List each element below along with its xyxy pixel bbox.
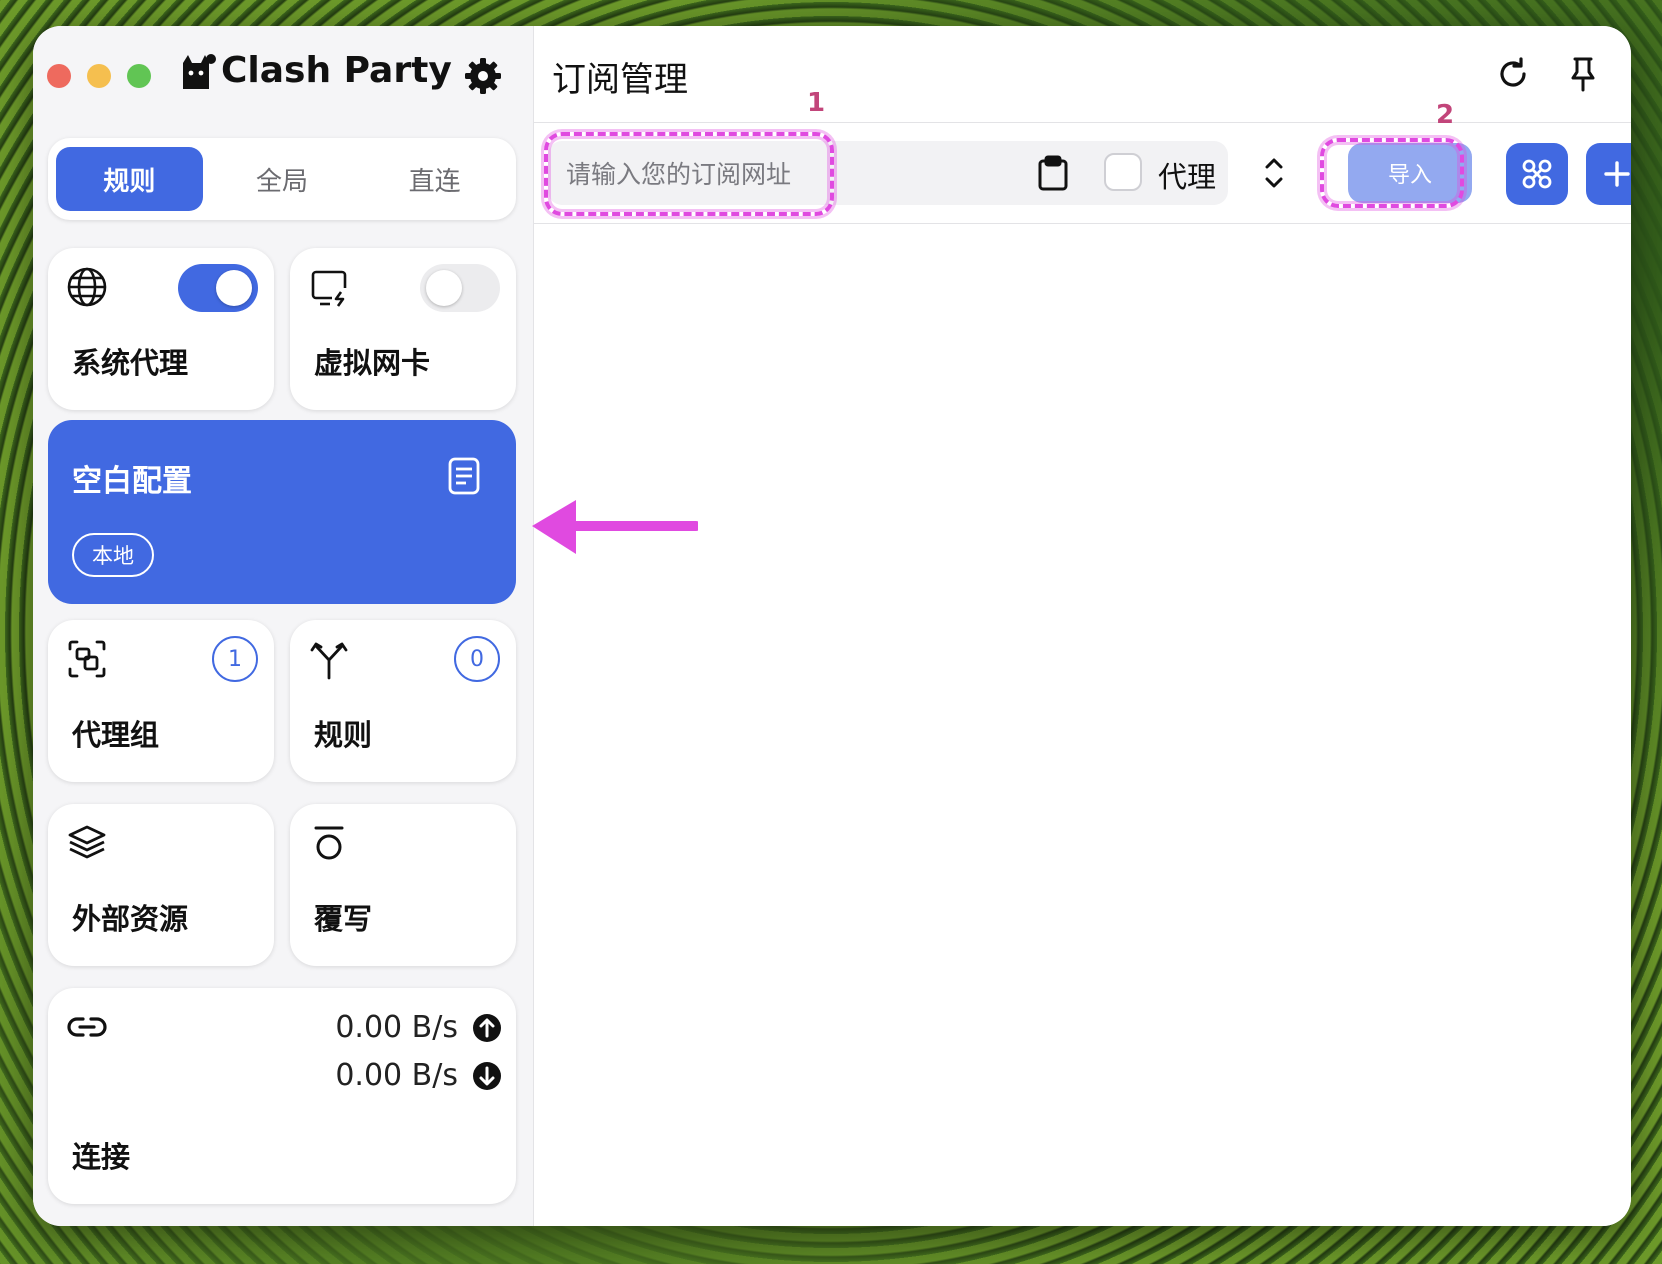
sort-chevrons-icon[interactable] — [1256, 151, 1292, 195]
document-icon[interactable] — [444, 456, 484, 496]
group-icon — [68, 640, 106, 678]
tab-rule-mode[interactable]: 规则 — [56, 147, 203, 211]
upload-arrow-icon — [473, 1013, 501, 1042]
override-icon — [314, 826, 344, 860]
virtual-nic-label: 虚拟网卡 — [314, 346, 431, 380]
rules-count-badge: 0 — [454, 636, 500, 682]
zoom-window-button[interactable] — [127, 64, 151, 88]
substore-button[interactable] — [1506, 143, 1568, 205]
monitor-bolt-icon — [311, 270, 347, 307]
external-resources-label: 外部资源 — [72, 902, 189, 936]
proxy-mode-tabs: 规则 全局 直连 — [48, 138, 516, 220]
settings-gear-icon[interactable] — [463, 56, 503, 96]
pin-icon[interactable] — [1563, 54, 1603, 94]
close-window-button[interactable] — [47, 64, 71, 88]
page-title: 订阅管理 — [552, 60, 688, 100]
fork-icon — [310, 642, 348, 680]
layers-icon — [68, 825, 106, 859]
substore-icon — [1522, 159, 1552, 189]
annotation-import-highlight — [1320, 138, 1464, 208]
tab-global-mode[interactable]: 全局 — [209, 147, 356, 211]
proxy-groups-label: 代理组 — [72, 718, 160, 752]
add-profile-button[interactable] — [1586, 143, 1631, 205]
proxy-groups-card[interactable]: 1 代理组 — [48, 620, 274, 782]
proxy-checkbox-label: 代理 — [1158, 160, 1217, 194]
annotation-marker-2: 2 — [1436, 100, 1455, 130]
download-arrow-icon — [473, 1061, 501, 1090]
virtual-nic-toggle[interactable] — [420, 264, 500, 312]
override-card[interactable]: 覆写 — [290, 804, 516, 966]
download-speed-value: 0.00 B/s — [335, 1058, 458, 1093]
tab-direct-mode[interactable]: 直连 — [361, 147, 508, 211]
annotation-marker-1: 1 — [807, 88, 826, 118]
refresh-icon[interactable] — [1493, 54, 1533, 94]
app-title: Clash Party — [177, 50, 452, 91]
download-speed-row: 0.00 B/s — [335, 1058, 502, 1093]
connections-label: 连接 — [72, 1140, 131, 1174]
sidebar: Clash Party 规则 全局 直连 系统代理 虚拟网卡 空白配置 本地 1… — [33, 26, 533, 1226]
active-profile-card[interactable]: 空白配置 本地 — [48, 420, 516, 604]
override-label: 覆写 — [314, 902, 373, 936]
virtual-nic-card[interactable]: 虚拟网卡 — [290, 248, 516, 410]
paste-clipboard-icon[interactable] — [1034, 154, 1072, 192]
profile-name: 空白配置 — [72, 464, 192, 499]
cat-logo-icon — [183, 53, 216, 89]
rules-label: 规则 — [314, 718, 373, 752]
profile-list-area — [534, 224, 1631, 1226]
annotation-arrow-icon — [532, 500, 698, 554]
minimize-window-button[interactable] — [87, 64, 111, 88]
external-resources-card[interactable]: 外部资源 — [48, 804, 274, 966]
proxy-checkbox[interactable] — [1104, 153, 1142, 191]
system-proxy-label: 系统代理 — [72, 346, 189, 380]
link-icon — [67, 1017, 107, 1037]
system-proxy-toggle[interactable] — [178, 264, 258, 312]
system-proxy-card[interactable]: 系统代理 — [48, 248, 274, 410]
annotation-url-highlight — [544, 132, 834, 216]
connections-card[interactable]: 0.00 B/s 0.00 B/s 连接 — [48, 988, 516, 1204]
proxy-groups-count-badge: 1 — [212, 636, 258, 682]
app-title-text: Clash Party — [221, 50, 452, 91]
window-controls — [47, 64, 151, 88]
globe-icon — [67, 267, 107, 307]
upload-speed-value: 0.00 B/s — [335, 1010, 458, 1045]
upload-speed-row: 0.00 B/s — [335, 1010, 502, 1045]
rules-card[interactable]: 0 规则 — [290, 620, 516, 782]
main-header: 订阅管理 — [534, 26, 1631, 123]
profile-local-badge: 本地 — [72, 533, 154, 577]
plus-icon — [1604, 161, 1630, 187]
